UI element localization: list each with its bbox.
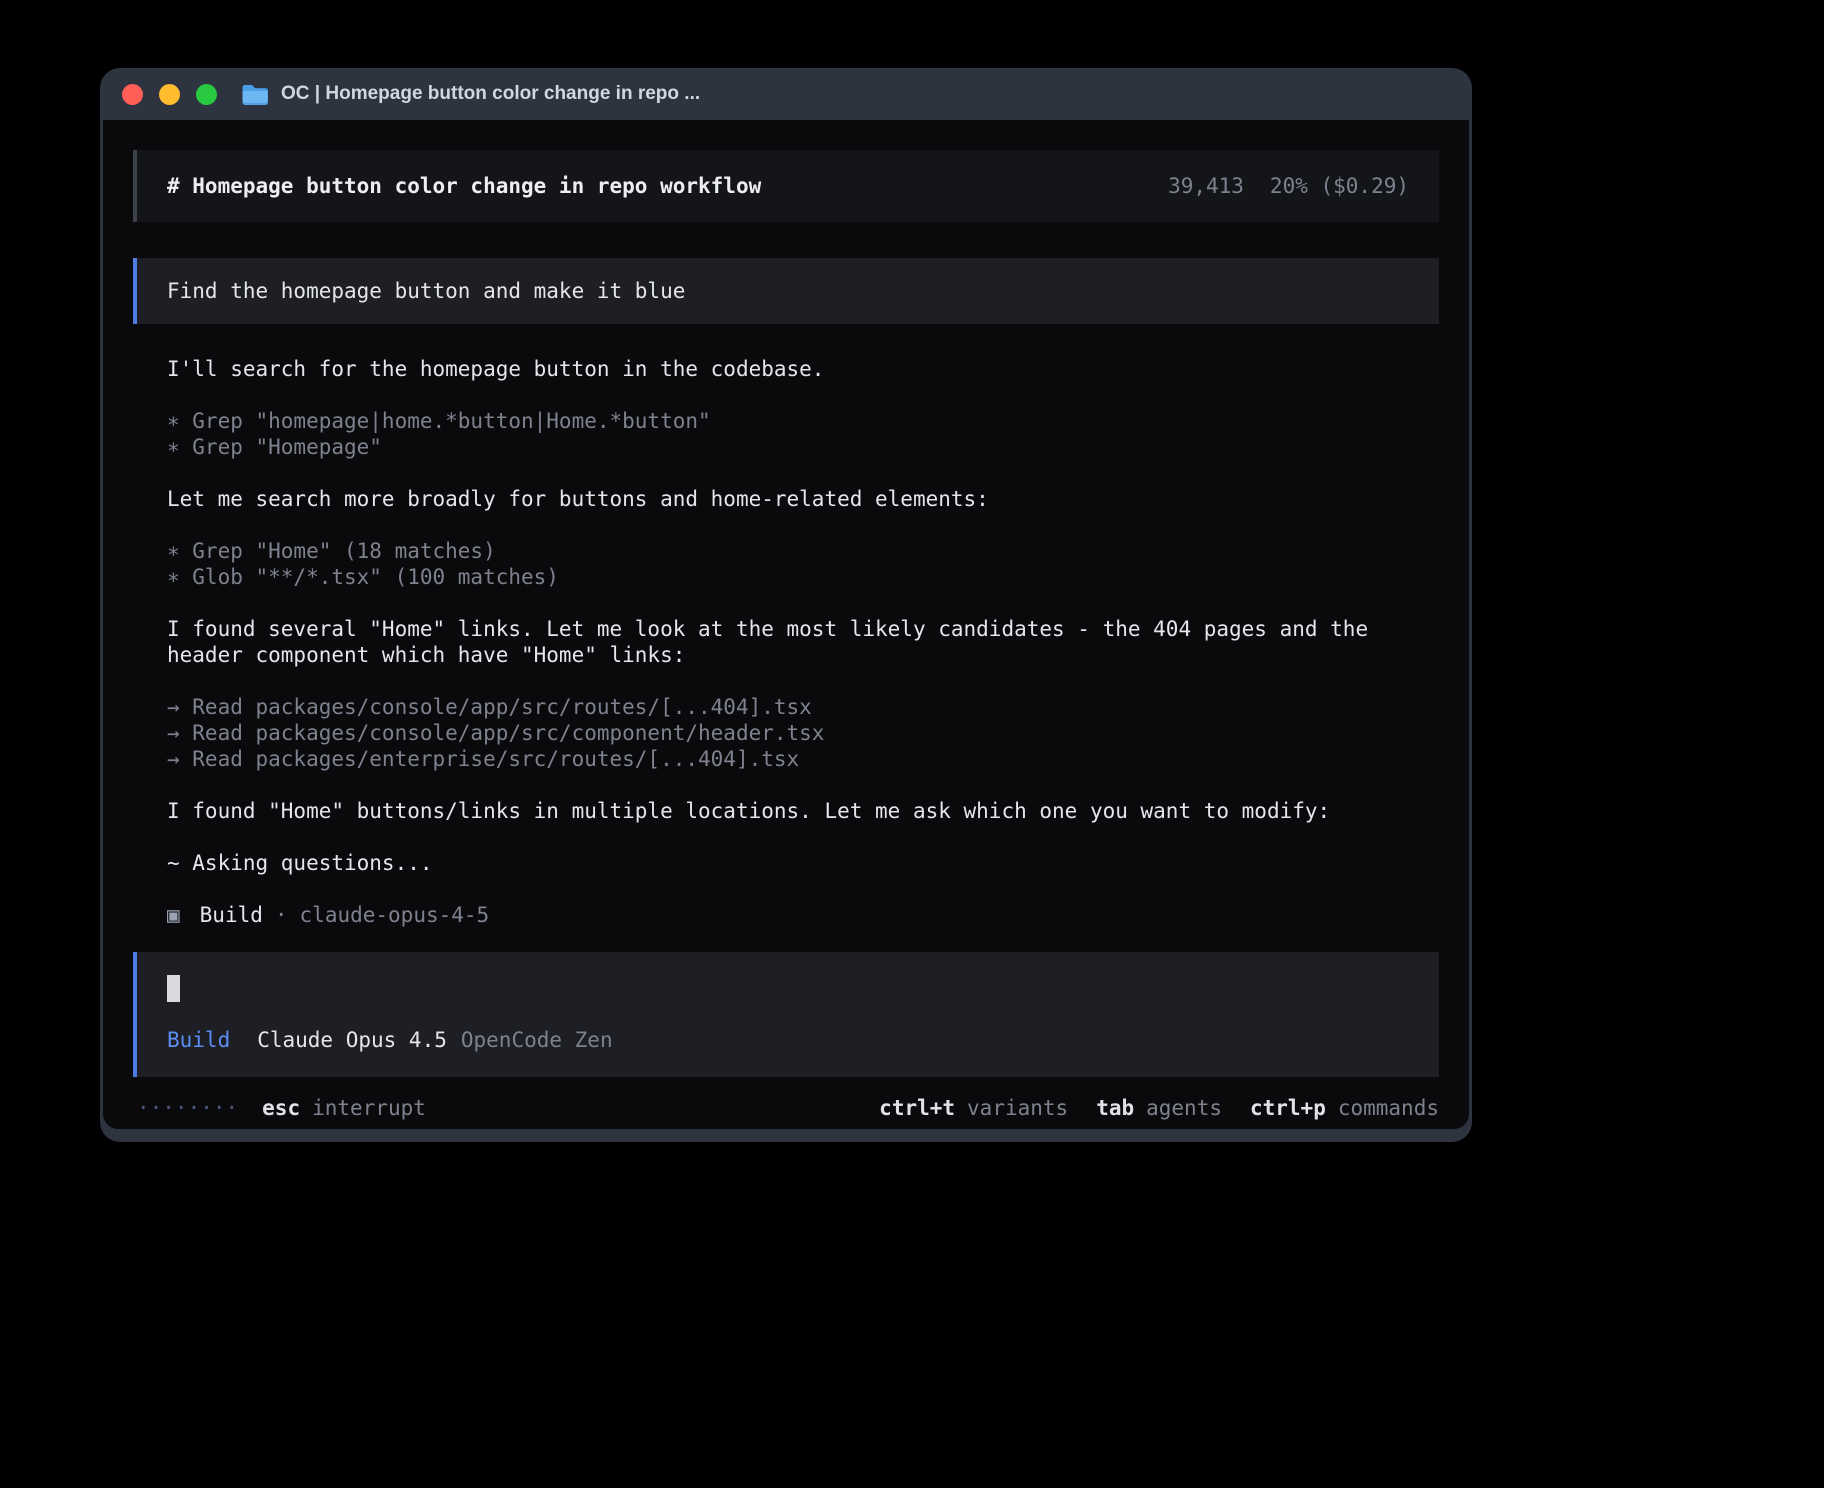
model-name: claude-opus-4-5 xyxy=(300,902,490,928)
esc-label: interrupt xyxy=(312,1095,426,1121)
traffic-lights xyxy=(122,84,217,105)
agent-icon: ▣ xyxy=(167,902,180,928)
session-stats: 39,413 20% ($0.29) xyxy=(1168,173,1409,199)
assistant-messages: I'll search for the homepage button in t… xyxy=(133,356,1431,928)
tool-call-grep: ∗ Grep "homepage|home.*button|Home.*butt… xyxy=(167,408,1431,434)
titlebar[interactable]: OC | Homepage button color change in rep… xyxy=(100,68,1472,120)
shortcut-agents: tab agents xyxy=(1096,1095,1222,1121)
assistant-paragraph: I found "Home" buttons/links in multiple… xyxy=(167,798,1431,824)
commands-label: commands xyxy=(1338,1095,1439,1121)
ctrl-p-key: ctrl+p xyxy=(1250,1095,1326,1121)
tool-call-glob: ∗ Glob "**/*.tsx" (100 matches) xyxy=(167,564,1431,590)
close-button[interactable] xyxy=(122,84,143,105)
tool-call-group: ∗ Grep "homepage|home.*button|Home.*butt… xyxy=(167,408,1431,460)
status-bar: ········ esc interrupt ctrl+t variants t… xyxy=(133,1095,1439,1121)
ctrl-t-key: ctrl+t xyxy=(879,1095,955,1121)
user-message: Find the homepage button and make it blu… xyxy=(133,258,1439,324)
agents-label: agents xyxy=(1146,1095,1222,1121)
tool-call-grep: ∗ Grep "Homepage" xyxy=(167,434,1431,460)
tool-call-group: → Read packages/console/app/src/routes/[… xyxy=(167,694,1431,772)
provider-label: OpenCode Zen xyxy=(461,1027,613,1053)
assistant-paragraph: Let me search more broadly for buttons a… xyxy=(167,486,1431,512)
session-title: # Homepage button color change in repo w… xyxy=(167,173,761,199)
status-bar-left: ········ esc interrupt xyxy=(137,1095,426,1121)
variants-label: variants xyxy=(967,1095,1068,1121)
status-bar-right: ctrl+t variants tab agents ctrl+p comman… xyxy=(879,1095,1439,1121)
separator-dot: · xyxy=(275,902,288,928)
shortcut-commands: ctrl+p commands xyxy=(1250,1095,1439,1121)
tool-call-group: ∗ Grep "Home" (18 matches) ∗ Glob "**/*.… xyxy=(167,538,1431,590)
assistant-activity: ~ Asking questions... xyxy=(167,850,1431,876)
zoom-button[interactable] xyxy=(196,84,217,105)
esc-key: esc xyxy=(262,1095,300,1121)
window-title: OC | Homepage button color change in rep… xyxy=(281,83,700,105)
folder-icon xyxy=(241,83,269,105)
text-cursor xyxy=(167,975,180,1002)
agent-status: ▣ Build · claude-opus-4-5 xyxy=(167,902,1431,928)
input-meta: Build Claude Opus 4.5 OpenCode Zen xyxy=(167,1027,1409,1053)
prompt-input[interactable]: Build Claude Opus 4.5 OpenCode Zen xyxy=(133,952,1439,1077)
assistant-paragraph: I'll search for the homepage button in t… xyxy=(167,356,1431,382)
agent-name: Build xyxy=(200,902,263,928)
tool-call-read: → Read packages/console/app/src/componen… xyxy=(167,720,1431,746)
user-message-text: Find the homepage button and make it blu… xyxy=(167,279,685,303)
spinner-dots: ········ xyxy=(137,1095,238,1121)
terminal-window: OC | Homepage button color change in rep… xyxy=(100,68,1472,1142)
token-count: 39,413 xyxy=(1168,173,1244,199)
model-label: Claude Opus 4.5 xyxy=(257,1027,447,1053)
tool-call-read: → Read packages/console/app/src/routes/[… xyxy=(167,694,1431,720)
context-cost: 20% ($0.29) xyxy=(1270,173,1409,199)
mode-label: Build xyxy=(167,1027,230,1053)
shortcut-variants: ctrl+t variants xyxy=(879,1095,1068,1121)
shortcut-interrupt: esc interrupt xyxy=(262,1095,426,1121)
assistant-paragraph: I found several "Home" links. Let me loo… xyxy=(167,616,1431,668)
tab-key: tab xyxy=(1096,1095,1134,1121)
session-header: # Homepage button color change in repo w… xyxy=(133,150,1439,222)
tool-call-grep: ∗ Grep "Home" (18 matches) xyxy=(167,538,1431,564)
terminal-content: # Homepage button color change in repo w… xyxy=(103,120,1469,1129)
tool-call-read: → Read packages/enterprise/src/routes/[.… xyxy=(167,746,1431,772)
minimize-button[interactable] xyxy=(159,84,180,105)
